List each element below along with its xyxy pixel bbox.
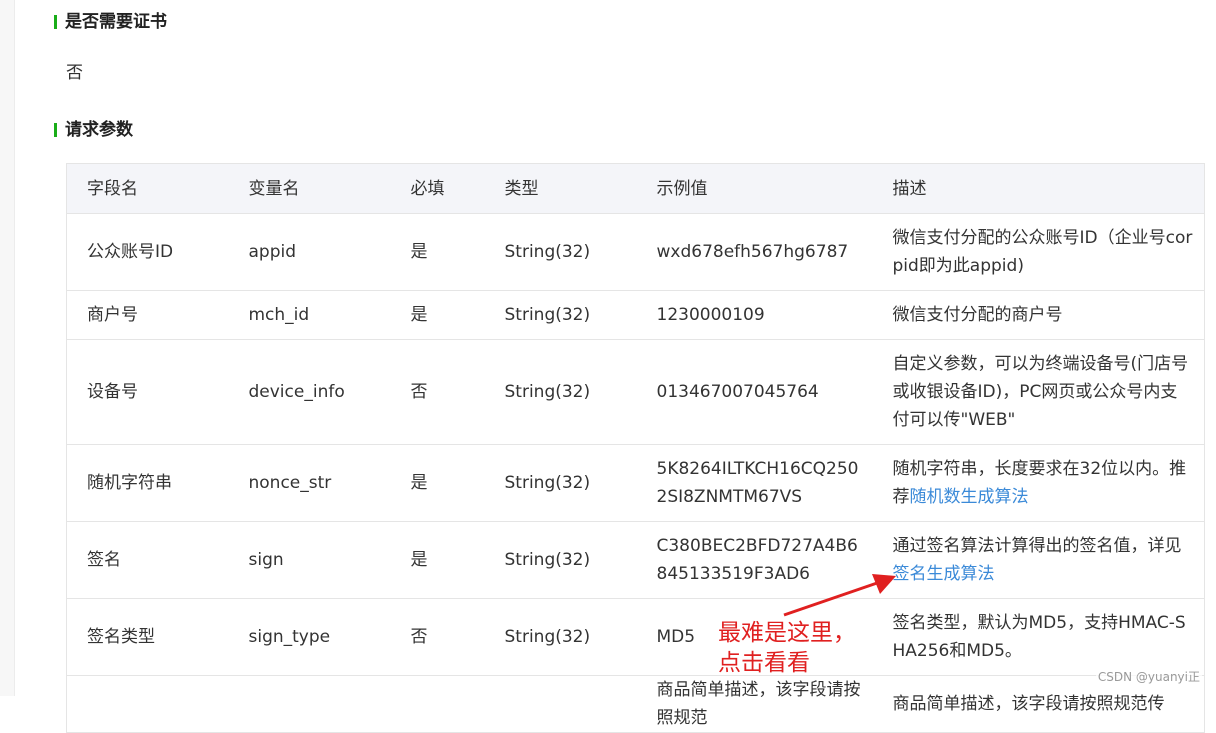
- cell-type: [484, 675, 637, 733]
- cell-type: String(32): [484, 213, 637, 291]
- table-row: 签名类型 sign_type 否 String(32) MD5 签名类型，默认为…: [66, 598, 1205, 676]
- description-text: 通过签名算法计算得出的签名值，详见: [892, 536, 1182, 556]
- table-header-row: 字段名 变量名 必填 类型 示例值 描述: [66, 163, 1205, 214]
- table-row: 商品简单描述，该字段请按照规范 商品简单描述，该字段请按照规范传: [66, 675, 1205, 733]
- cell-example: 5K8264ILTKCH16CQ2502SI8ZNMTM67VS: [636, 444, 873, 522]
- table-row: 公众账号ID appid 是 String(32) wxd678efh567hg…: [66, 213, 1205, 291]
- cell-type: String(32): [484, 521, 637, 599]
- cell-description: 签名类型，默认为MD5，支持HMAC-SHA256和MD5。: [872, 598, 1205, 676]
- cell-required: 否: [390, 339, 485, 445]
- cell-example: wxd678efh567hg6787: [636, 213, 873, 291]
- params-section-title: 请求参数: [54, 119, 133, 141]
- header-description: 描述: [872, 163, 1205, 214]
- cell-field: 随机字符串: [66, 444, 229, 522]
- header-required: 必填: [390, 163, 485, 214]
- table-row: 签名 sign 是 String(32) C380BEC2BFD727A4B68…: [66, 521, 1205, 599]
- cell-required: 是: [390, 213, 485, 291]
- header-example: 示例值: [636, 163, 873, 214]
- cell-variable: mch_id: [228, 290, 391, 340]
- annotation-line-2: 点击看看: [718, 650, 810, 676]
- csdn-watermark: CSDN @yuanyi正: [1095, 668, 1202, 685]
- cell-required: [390, 675, 485, 733]
- cell-type: String(32): [484, 290, 637, 340]
- cell-variable: appid: [228, 213, 391, 291]
- header-type: 类型: [484, 163, 637, 214]
- cell-required: 是: [390, 521, 485, 599]
- table-row: 设备号 device_info 否 String(32) 01346700704…: [66, 339, 1205, 445]
- request-params-table: 字段名 变量名 必填 类型 示例值 描述 公众账号ID appid 是 Stri…: [66, 163, 1205, 733]
- cell-variable: sign_type: [228, 598, 391, 676]
- cell-field: 设备号: [66, 339, 229, 445]
- cell-field: 商户号: [66, 290, 229, 340]
- cell-field: 公众账号ID: [66, 213, 229, 291]
- cell-example: 013467007045764: [636, 339, 873, 445]
- cert-section-title: 是否需要证书: [54, 11, 167, 33]
- cell-description: 微信支付分配的公众账号ID（企业号corpid即为此appid): [872, 213, 1205, 291]
- cell-field: 签名: [66, 521, 229, 599]
- header-field-name: 字段名: [66, 163, 229, 214]
- annotation-callout: 最难是这里， 点击看看: [718, 618, 856, 678]
- annotation-line-1: 最难是这里，: [718, 620, 856, 646]
- cell-variable: nonce_str: [228, 444, 391, 522]
- cell-description: 微信支付分配的商户号: [872, 290, 1205, 340]
- random-number-algorithm-link[interactable]: 随机数生成算法: [910, 487, 1029, 507]
- cell-type: String(32): [484, 339, 637, 445]
- cell-required: 是: [390, 444, 485, 522]
- cell-required: 是: [390, 290, 485, 340]
- cell-type: String(32): [484, 598, 637, 676]
- cell-field: 签名类型: [66, 598, 229, 676]
- table-row: 随机字符串 nonce_str 是 String(32) 5K8264ILTKC…: [66, 444, 1205, 522]
- cell-field: [66, 675, 229, 733]
- cell-example: 商品简单描述，该字段请按照规范: [636, 675, 873, 733]
- cell-example: 1230000109: [636, 290, 873, 340]
- cell-required: 否: [390, 598, 485, 676]
- cell-description: 随机字符串，长度要求在32位以内。推荐随机数生成算法: [872, 444, 1205, 522]
- cell-variable: device_info: [228, 339, 391, 445]
- cell-description: 通过签名算法计算得出的签名值，详见签名生成算法: [872, 521, 1205, 599]
- cert-required-value: 否: [66, 63, 83, 83]
- table-row: 商户号 mch_id 是 String(32) 1230000109 微信支付分…: [66, 290, 1205, 340]
- header-variable-name: 变量名: [228, 163, 391, 214]
- cell-description: 自定义参数，可以为终端设备号(门店号或收银设备ID)，PC网页或公众号内支付可以…: [872, 339, 1205, 445]
- cell-type: String(32): [484, 444, 637, 522]
- cell-variable: sign: [228, 521, 391, 599]
- cell-variable: [228, 675, 391, 733]
- left-sidebar-rail: [0, 0, 15, 696]
